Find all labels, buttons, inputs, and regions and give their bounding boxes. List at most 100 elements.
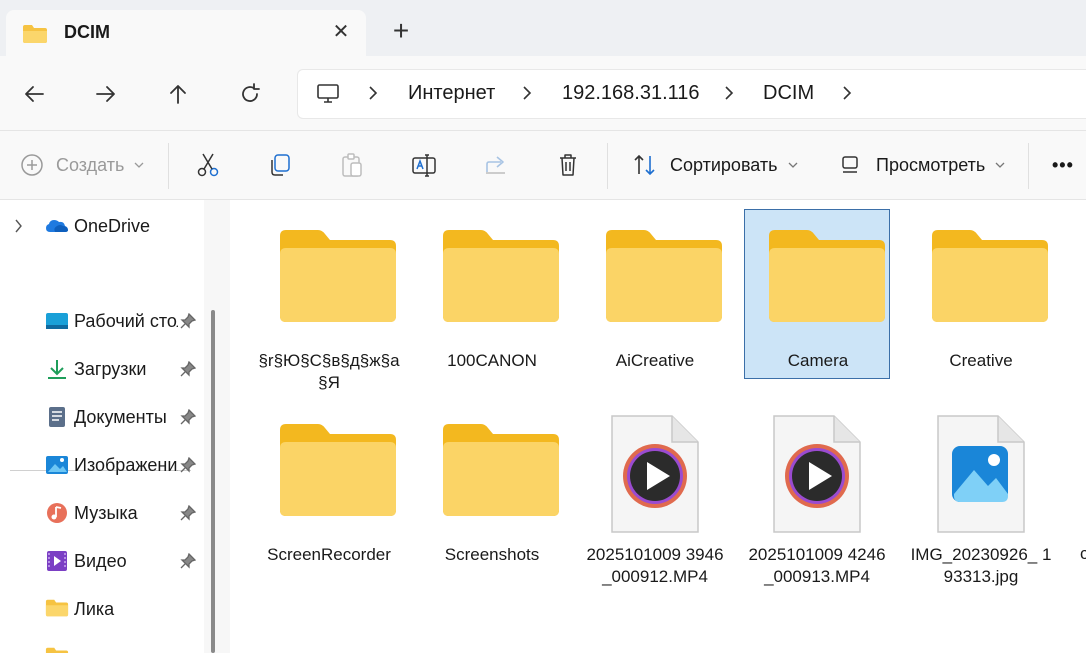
- sidebar-item-partial[interactable]: [0, 637, 204, 653]
- computer-icon[interactable]: [316, 82, 340, 111]
- sidebar-item-label: Лика: [74, 599, 115, 619]
- copy-button[interactable]: [267, 149, 293, 181]
- file-item[interactable]: 2025101009 3946_000912.MP4: [582, 404, 728, 586]
- pin-icon[interactable]: [180, 504, 197, 526]
- paste-button[interactable]: [339, 149, 365, 181]
- sidebar-item-label: Изображения: [74, 455, 178, 475]
- sidebar-item-label: Рабочий стол: [74, 311, 178, 331]
- scissors-icon: [197, 153, 219, 177]
- back-button[interactable]: [16, 76, 52, 112]
- file-item[interactable]: IMG_20230926_ 193313.jpg: [908, 404, 1054, 586]
- folder-icon: [45, 598, 69, 620]
- sort-icon: [634, 154, 655, 176]
- file-name: ScreenRecorder: [267, 545, 391, 564]
- delete-button[interactable]: [555, 149, 581, 181]
- rename-button[interactable]: [411, 149, 437, 181]
- forward-button[interactable]: [88, 76, 124, 112]
- share-button[interactable]: [483, 149, 509, 181]
- refresh-button[interactable]: [232, 76, 268, 112]
- close-tab-icon[interactable]: ✕: [328, 20, 354, 46]
- documents-icon: [45, 406, 67, 428]
- chevron-right-icon[interactable]: [722, 82, 736, 104]
- file-item[interactable]: 2025101009 4246_000913.MP4: [744, 404, 890, 586]
- file-view: §r§Ю§C§в§д§ж§а§Я 100CANON AiCreative Cam…: [230, 200, 1086, 653]
- chevron-right-icon[interactable]: [520, 82, 534, 104]
- chevron-right-icon[interactable]: [840, 82, 854, 104]
- plus-circle-icon: [21, 154, 43, 176]
- onedrive-icon: [45, 215, 68, 237]
- file-name: 100CANON: [447, 351, 537, 370]
- file-item[interactable]: ScreenRecorder: [256, 404, 402, 574]
- pin-icon[interactable]: [180, 408, 197, 430]
- new-tab-button[interactable]: +: [386, 16, 416, 46]
- sidebar-scrollbar[interactable]: [211, 310, 215, 653]
- sidebar-scroll-track[interactable]: [204, 200, 230, 653]
- image-file-icon: [936, 414, 1026, 539]
- file-name: Creative: [949, 351, 1013, 370]
- address-bar[interactable]: Интернет 192.168.31.116 DCIM: [297, 69, 1086, 119]
- toolbar-divider: [168, 143, 169, 189]
- sidebar-item-documents[interactable]: Документы: [0, 397, 204, 437]
- sidebar-item-music[interactable]: Музыка: [0, 493, 204, 533]
- sidebar-item-downloads[interactable]: Загрузки: [0, 349, 204, 389]
- file-item[interactable]: 100CANON: [419, 210, 565, 380]
- file-name: IMG_20230926_ 193313.jpg: [910, 545, 1052, 586]
- file-item[interactable]: [1070, 210, 1086, 380]
- arrow-right-icon: [96, 86, 115, 102]
- refresh-icon: [242, 83, 260, 102]
- chevron-right-icon[interactable]: [366, 82, 380, 104]
- pin-icon[interactable]: [180, 456, 197, 478]
- sidebar-item-label: Видео: [74, 551, 127, 571]
- chevron-down-icon: [134, 162, 144, 168]
- sidebar-item-lika[interactable]: Лика: [0, 589, 204, 629]
- file-item[interactable]: Camera: [744, 209, 890, 379]
- folder-icon: [604, 228, 724, 329]
- pin-icon[interactable]: [180, 552, 197, 574]
- file-name: Camera: [787, 351, 849, 370]
- sidebar-item-videos[interactable]: Видео: [0, 541, 204, 581]
- view-button[interactable]: Просмотреть: [840, 149, 1005, 181]
- file-name: 2025101009 4246_000913.MP4: [748, 545, 886, 586]
- cut-button[interactable]: [195, 149, 221, 181]
- sidebar-item-label: OneDrive: [74, 216, 151, 236]
- arrow-left-icon: [25, 86, 44, 102]
- view-icon: [842, 156, 858, 173]
- view-label: Просмотреть: [876, 154, 986, 175]
- tab-dcim[interactable]: DCIM ✕: [6, 10, 366, 56]
- breadcrumb-ip[interactable]: 192.168.31.116: [562, 82, 700, 105]
- folder-icon: [767, 228, 887, 329]
- chevron-right-icon[interactable]: [14, 219, 24, 238]
- pin-icon[interactable]: [180, 360, 197, 382]
- up-button[interactable]: [160, 76, 196, 112]
- breadcrumb-dcim[interactable]: DCIM: [763, 82, 814, 105]
- share-icon: [486, 156, 505, 174]
- navigation-pane: OneDrive Рабочий стол Загрузки Документы…: [0, 200, 204, 653]
- command-bar: Создать Сортировать Просмотреть •••: [0, 130, 1086, 200]
- file-name: §r§Ю§C§в§д§ж§а§Я: [258, 351, 400, 392]
- toolbar-divider: [1028, 143, 1029, 189]
- sidebar-item-onedrive[interactable]: OneDrive: [0, 206, 204, 246]
- partial-file-name: c: [1080, 544, 1086, 563]
- sidebar-item-desktop[interactable]: Рабочий стол: [0, 301, 204, 341]
- pin-icon[interactable]: [180, 312, 197, 334]
- create-button[interactable]: Создать: [20, 149, 144, 181]
- more-options-button[interactable]: •••: [1052, 149, 1074, 181]
- file-name: Screenshots: [444, 545, 540, 564]
- sidebar-item-pictures[interactable]: Изображения: [0, 445, 204, 485]
- file-item[interactable]: AiCreative: [582, 210, 728, 380]
- video-file-icon: [772, 414, 862, 539]
- sort-button[interactable]: Сортировать: [632, 149, 798, 181]
- navigation-bar: Интернет 192.168.31.116 DCIM: [0, 56, 1086, 130]
- file-item[interactable]: §r§Ю§C§в§д§ж§а§Я: [256, 210, 402, 392]
- videos-icon: [45, 550, 67, 572]
- file-item[interactable]: Screenshots: [419, 404, 565, 574]
- tab-title: DCIM: [64, 22, 110, 42]
- folder-icon: [22, 24, 48, 49]
- file-item[interactable]: Creative: [908, 210, 1054, 380]
- breadcrumb-internet[interactable]: Интернет: [408, 82, 495, 105]
- file-item-partial[interactable]: c: [1070, 404, 1086, 574]
- trash-icon: [560, 154, 576, 176]
- downloads-icon: [45, 358, 67, 380]
- sort-label: Сортировать: [670, 154, 778, 175]
- sidebar-item-label: Загрузки: [74, 359, 147, 379]
